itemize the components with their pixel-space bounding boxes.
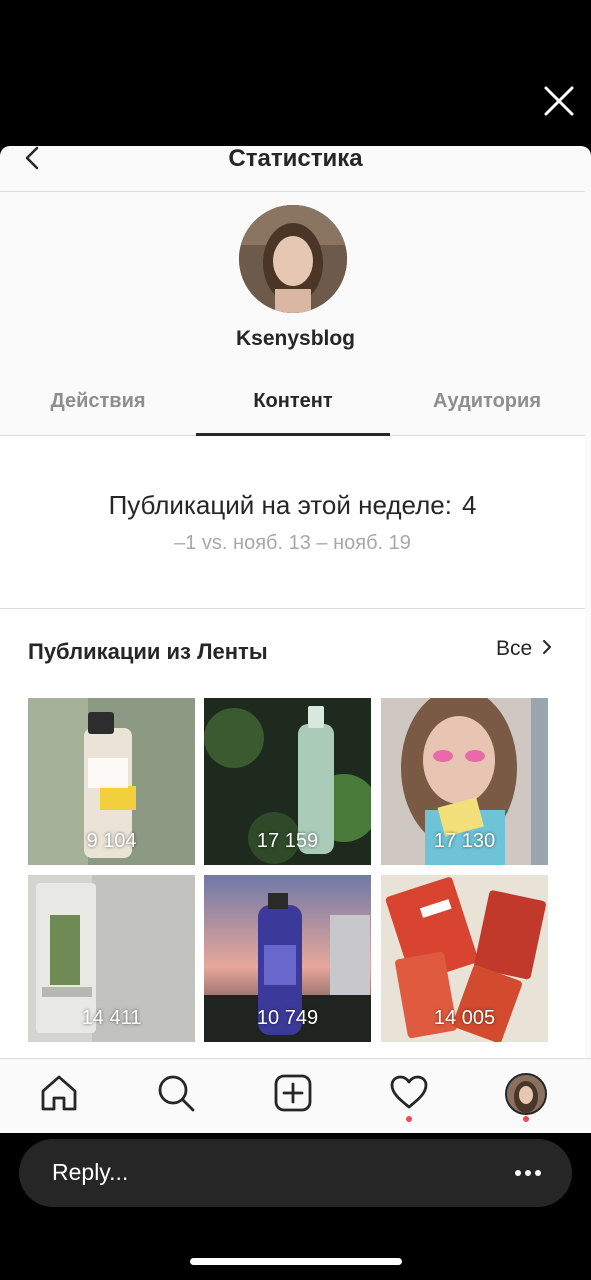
search-icon[interactable] [156,1073,196,1113]
section-title: Публикации из Ленты [28,639,268,664]
post-thumbnail[interactable]: 9 104 [28,698,195,865]
profile-avatar [239,205,347,313]
username: Ksenysblog [235,327,356,350]
weekly-posts-line: Публикаций на этой неделе: 4 [0,490,585,521]
tab-audience[interactable]: Аудитория [390,390,584,413]
divider [0,191,585,192]
notification-dot [406,1116,412,1122]
home-icon[interactable] [39,1073,79,1113]
add-post-icon[interactable] [273,1073,313,1113]
post-view-count: 17 130 [433,830,496,852]
notification-dot [523,1116,529,1122]
feed-posts-section: Публикации из Ленты Все 9 104 17 159 17 … [0,609,585,1059]
chevron-right-icon [543,640,552,654]
weekly-posts-label: Публикаций на этой неделе: [108,490,452,520]
bottom-navigation [0,1058,591,1133]
profile-avatar[interactable] [505,1073,547,1115]
reply-placeholder: Reply... [52,1159,129,1185]
more-options-icon[interactable] [513,1159,543,1187]
post-thumbnail[interactable]: 14 411 [28,875,195,1042]
post-thumbnail[interactable]: 10 749 [204,875,371,1042]
header: Статистика [0,146,591,192]
home-indicator [190,1258,402,1265]
reply-input[interactable]: Reply... [19,1139,572,1207]
post-thumbnail[interactable]: 14 005 [381,875,548,1042]
see-all-label: Все [496,637,533,660]
tab-bar: Действия Контент Аудитория [0,382,585,436]
activity-heart-icon[interactable] [389,1073,429,1113]
post-view-count: 10 749 [256,1007,319,1029]
insights-sheet: Статистика Ksenysblog Действия Контент А… [0,146,591,1133]
weekly-stats: Публикаций на этой неделе: 4 –1 vs. нояб.… [0,436,585,608]
post-view-count: 17 159 [256,830,319,852]
post-view-count: 9 104 [86,830,137,852]
tab-content[interactable]: Контент [196,390,390,413]
page-title: Статистика [228,146,363,172]
post-view-count: 14 411 [81,1007,142,1029]
post-view-count: 14 005 [433,1007,496,1029]
see-all-link[interactable]: Все [496,637,552,661]
weekly-comparison: –1 vs. нояб. 13 – нояб. 19 [174,532,411,554]
close-icon[interactable] [540,82,578,120]
weekly-posts-value: 4 [461,490,477,520]
tab-actions[interactable]: Действия [0,390,196,413]
post-thumbnail[interactable]: 17 159 [204,698,371,865]
post-thumbnail[interactable]: 17 130 [381,698,548,865]
